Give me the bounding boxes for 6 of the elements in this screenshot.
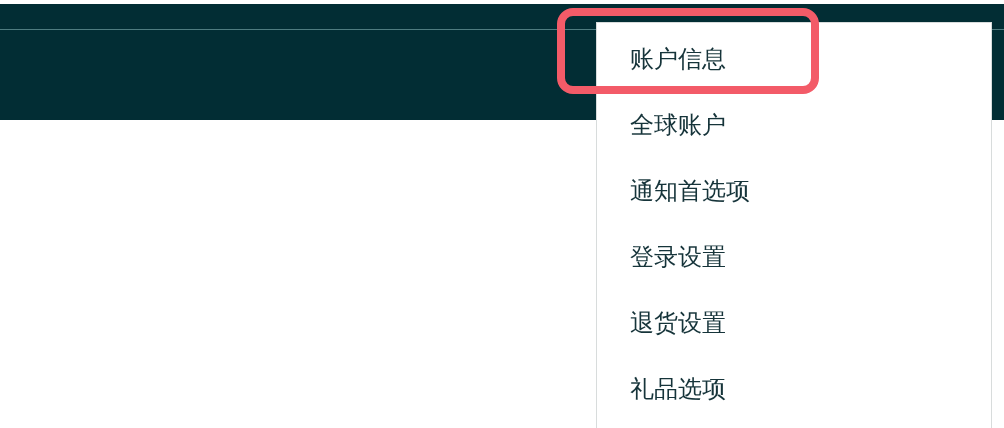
menu-item[interactable]: 账户信息 (597, 41, 991, 107)
menu-item[interactable]: 登录设置 (597, 239, 991, 305)
menu-item[interactable]: 通知首选项 (597, 173, 991, 239)
menu-item[interactable]: 退货设置 (597, 305, 991, 371)
menu-item[interactable]: 全球账户 (597, 107, 991, 173)
menu-item[interactable]: 礼品选项 (597, 371, 991, 428)
